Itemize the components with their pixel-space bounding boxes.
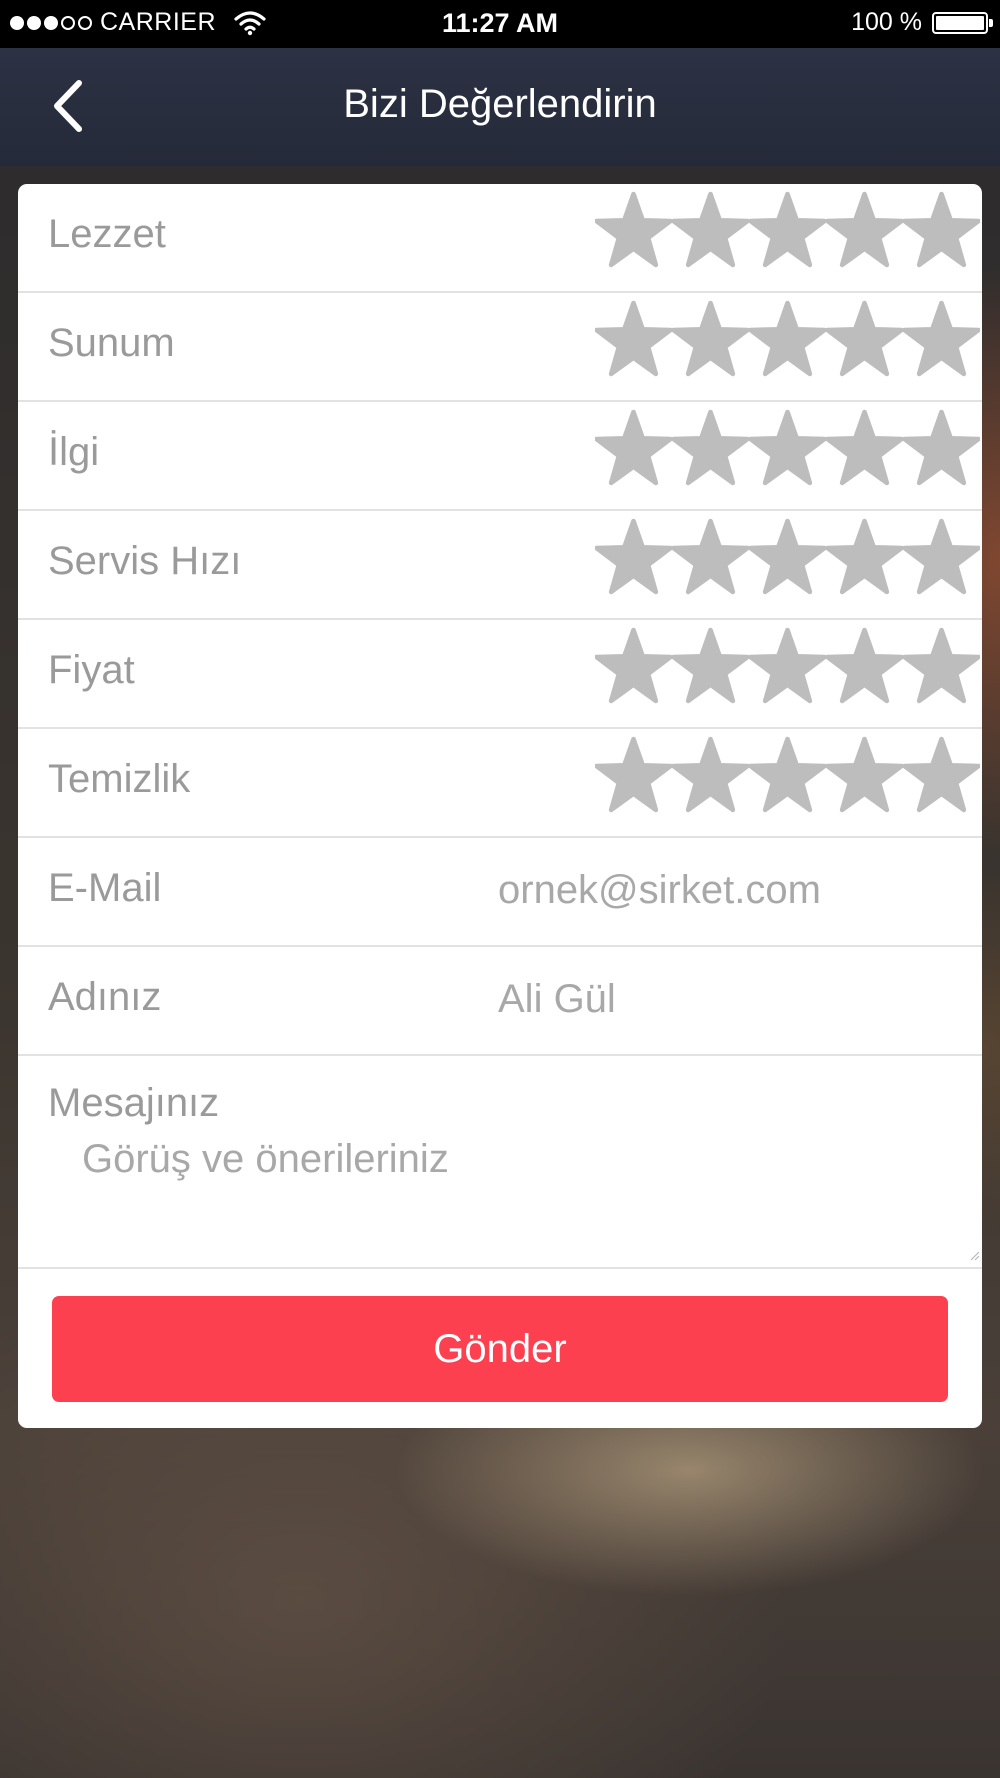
rating-label: Fiyat: [48, 648, 135, 692]
rating-row-fiyat: Fiyat: [18, 620, 982, 729]
email-field[interactable]: [498, 858, 958, 922]
star-rating[interactable]: [595, 736, 980, 813]
rating-row-servis-hizi: Servis Hızı: [18, 511, 982, 620]
rating-label: Sunum: [48, 321, 175, 365]
star-rating[interactable]: [595, 518, 980, 595]
star-icon[interactable]: [749, 736, 826, 813]
message-label: Mesajınız: [48, 1081, 220, 1125]
rating-label: İlgi: [48, 430, 100, 474]
star-icon[interactable]: [903, 191, 980, 268]
star-icon[interactable]: [595, 409, 672, 486]
star-icon[interactable]: [749, 518, 826, 595]
star-icon[interactable]: [595, 191, 672, 268]
star-icon[interactable]: [826, 518, 903, 595]
navigation-bar: Bizi Değerlendirin: [0, 48, 1000, 166]
star-icon[interactable]: [749, 409, 826, 486]
rating-label: Lezzet: [48, 212, 166, 256]
star-icon[interactable]: [595, 518, 672, 595]
star-icon[interactable]: [826, 300, 903, 377]
resize-grip-icon[interactable]: [968, 1249, 980, 1261]
rating-label: Servis Hızı: [48, 539, 242, 583]
star-icon[interactable]: [903, 627, 980, 704]
rating-row-lezzet: Lezzet: [18, 184, 982, 293]
star-icon[interactable]: [826, 627, 903, 704]
star-icon[interactable]: [672, 518, 749, 595]
star-icon[interactable]: [749, 191, 826, 268]
rating-form-card: Lezzet Sunum İlgi Servis Hızı Fiyat Temi…: [18, 184, 982, 1428]
star-icon[interactable]: [595, 300, 672, 377]
star-icon[interactable]: [672, 191, 749, 268]
rating-row-sunum: Sunum: [18, 293, 982, 402]
battery-icon: [932, 11, 993, 34]
star-icon[interactable]: [749, 300, 826, 377]
star-icon[interactable]: [672, 300, 749, 377]
star-icon[interactable]: [672, 627, 749, 704]
star-icon[interactable]: [672, 736, 749, 813]
battery-nub: [989, 18, 993, 27]
star-icon[interactable]: [903, 518, 980, 595]
star-rating[interactable]: [595, 409, 980, 486]
rating-label: Temizlik: [48, 757, 191, 801]
name-field[interactable]: [498, 967, 958, 1031]
email-label: E-Mail: [48, 866, 162, 910]
status-right: 100 %: [851, 8, 993, 37]
submit-button[interactable]: Gönder: [52, 1296, 948, 1402]
star-icon[interactable]: [903, 736, 980, 813]
star-rating[interactable]: [595, 627, 980, 704]
message-row: Mesajınız: [18, 1053, 982, 1269]
battery-percentage: 100 %: [851, 8, 922, 36]
rating-row-ilgi: İlgi: [18, 402, 982, 511]
star-icon[interactable]: [826, 736, 903, 813]
message-textarea[interactable]: [82, 1137, 962, 1257]
star-icon[interactable]: [595, 736, 672, 813]
battery-level: [936, 15, 984, 30]
name-row: Adınız: [18, 947, 982, 1056]
star-icon[interactable]: [903, 409, 980, 486]
star-icon[interactable]: [903, 300, 980, 377]
status-time: 11:27 AM: [441, 8, 559, 38]
star-icon[interactable]: [826, 409, 903, 486]
name-label: Adınız: [48, 975, 162, 1019]
star-icon[interactable]: [595, 627, 672, 704]
star-icon[interactable]: [672, 409, 749, 486]
star-rating[interactable]: [595, 300, 980, 377]
star-rating[interactable]: [595, 191, 980, 268]
page-title: Bizi Değerlendirin: [343, 82, 657, 126]
rating-row-temizlik: Temizlik: [18, 729, 982, 838]
email-row: E-Mail: [18, 838, 982, 947]
star-icon[interactable]: [749, 627, 826, 704]
status-bar: CARRIER 11:27 AM 100 %: [0, 0, 1000, 48]
star-icon[interactable]: [826, 191, 903, 268]
